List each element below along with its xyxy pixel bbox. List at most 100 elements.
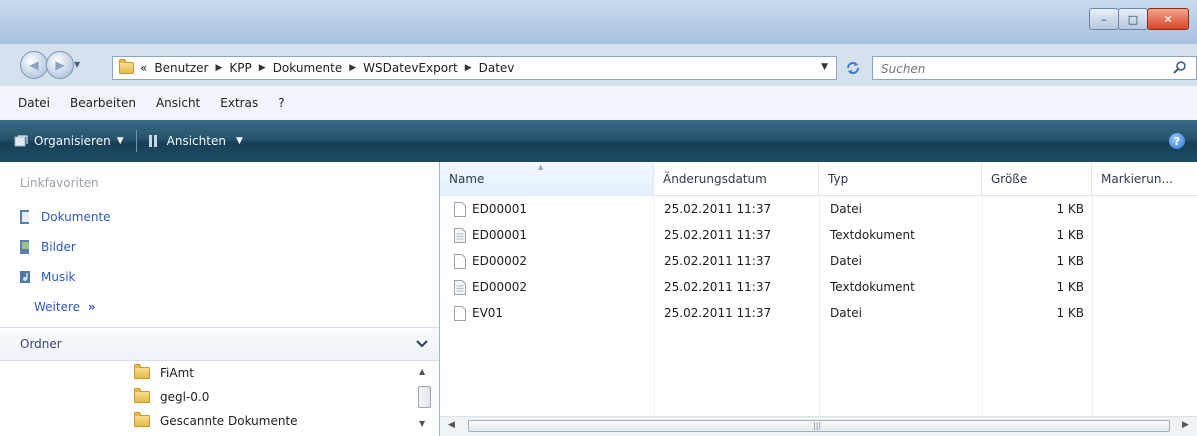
back-button[interactable]: ◀ (20, 51, 48, 79)
forward-arrow-icon: ▶ (55, 58, 65, 72)
breadcrumb-kpp[interactable]: KPP (229, 61, 251, 75)
double-chevron-icon: » (87, 300, 96, 314)
recent-pages-dropdown[interactable]: ▼ (74, 60, 80, 69)
favorite-bilder[interactable]: Bilder (20, 240, 76, 254)
scroll-left-icon[interactable]: ◀ (448, 420, 455, 430)
favorites-heading: Linkfavoriten (20, 176, 99, 190)
tree-item-gegl[interactable]: gegl-0.0 (134, 388, 210, 404)
breadcrumb-overflow[interactable]: « (140, 61, 147, 75)
file-icon (454, 253, 466, 269)
column-header-label: Name (449, 172, 485, 186)
search-input[interactable] (879, 60, 1163, 78)
navigation-pane: Linkfavoriten Dokumente Bilder Musik Wei… (0, 162, 440, 436)
menu-datei[interactable]: Datei (18, 96, 50, 110)
file-size: 1 KB (1056, 202, 1084, 216)
maximize-button[interactable]: □ (1118, 8, 1148, 30)
chevron-down-icon[interactable] (415, 336, 429, 350)
refresh-button[interactable] (840, 56, 866, 80)
search-icon[interactable] (1172, 60, 1188, 76)
breadcrumb-separator-icon[interactable]: ▶ (259, 63, 266, 73)
scroll-right-icon[interactable]: ▶ (1182, 420, 1189, 430)
explorer-window: – □ ✕ ◀ ▶ ▼ « Benutzer ▶ KPP ▶ Dokumente… (0, 0, 1197, 436)
column-header-label: Größe (991, 172, 1028, 186)
breadcrumb-datev[interactable]: Datev (479, 61, 515, 75)
column-header-type[interactable]: Typ (819, 162, 982, 196)
forward-button[interactable]: ▶ (46, 51, 74, 79)
menu-ansicht[interactable]: Ansicht (156, 96, 200, 110)
file-name-cell: ED00001 (454, 196, 527, 222)
folder-icon (119, 59, 134, 74)
file-type: Textdokument (830, 280, 915, 294)
help-icon[interactable]: ? (1169, 133, 1185, 149)
favorite-label: Musik (41, 270, 76, 284)
column-header-name[interactable]: Name ▲ (440, 162, 654, 196)
refresh-icon (847, 62, 859, 74)
file-name-cell: ED00002 (454, 248, 527, 274)
file-row[interactable]: ED00002 25.02.2011 11:37 Datei 1 KB (440, 248, 1197, 274)
file-type: Textdokument (830, 228, 915, 242)
file-name: ED00002 (472, 254, 527, 268)
scroll-up-icon[interactable]: ▲ (419, 367, 425, 376)
tree-item-label: Gescannte Dokumente (160, 414, 298, 428)
search-box[interactable] (872, 56, 1197, 80)
scroll-down-icon[interactable]: ▼ (419, 419, 425, 428)
tree-item-gescannte-dokumente[interactable]: Gescannte Dokumente (134, 412, 298, 428)
file-name-cell: ED00002 (454, 274, 527, 300)
favorite-dokumente[interactable]: Dokumente (20, 210, 111, 224)
file-size: 1 KB (1056, 228, 1084, 242)
scroll-grip-icon: ||| (813, 421, 822, 430)
file-list: Name ▲ Änderungsdatum Typ Größe Markieru… (440, 162, 1197, 436)
pictures-icon (20, 240, 29, 254)
file-row[interactable]: ED00002 25.02.2011 11:37 Textdokument 1 … (440, 274, 1197, 300)
tree-item-label: gegl-0.0 (160, 390, 210, 404)
column-header-label: Änderungsdatum (663, 172, 767, 186)
scroll-thumb[interactable] (418, 386, 431, 408)
breadcrumb-dokumente[interactable]: Dokumente (273, 61, 343, 75)
menu-extras[interactable]: Extras (220, 96, 258, 110)
breadcrumb-wsdatevexport[interactable]: WSDatevExport (363, 61, 458, 75)
file-type: Datei (830, 202, 863, 216)
file-row[interactable]: EV01 25.02.2011 11:37 Datei 1 KB (440, 300, 1197, 326)
address-bar[interactable]: « Benutzer ▶ KPP ▶ Dokumente ▶ WSDatevEx… (112, 56, 837, 80)
breadcrumb-separator-icon[interactable]: ▶ (465, 63, 472, 73)
folder-tree-scrollbar[interactable]: ▲ ▼ (410, 361, 436, 436)
menu-help[interactable]: ? (278, 96, 284, 110)
scroll-thumb[interactable]: ||| (468, 420, 1170, 432)
column-header-label: Typ (828, 172, 849, 186)
breadcrumb-separator-icon[interactable]: ▶ (349, 63, 356, 73)
more-favorites-link[interactable]: Weitere » (34, 300, 96, 314)
folders-header[interactable]: Ordner (0, 327, 439, 361)
column-header-tags[interactable]: Markierun... (1092, 162, 1197, 196)
address-dropdown-icon[interactable]: ▼ (821, 62, 828, 72)
close-button[interactable]: ✕ (1147, 8, 1189, 30)
minimize-button[interactable]: – (1089, 8, 1119, 30)
column-header-row: Name ▲ Änderungsdatum Typ Größe Markieru… (440, 162, 1197, 196)
title-bar[interactable]: – □ ✕ (0, 0, 1197, 44)
column-header-size[interactable]: Größe (982, 162, 1092, 196)
file-name: ED00001 (472, 228, 527, 242)
music-icon (20, 271, 30, 283)
menu-bearbeiten[interactable]: Bearbeiten (70, 96, 136, 110)
favorite-musik[interactable]: Musik (20, 270, 76, 284)
text-document-icon (454, 227, 466, 243)
breadcrumb-separator-icon[interactable]: ▶ (216, 63, 223, 73)
file-date: 25.02.2011 11:37 (664, 306, 772, 320)
navigation-row: ◀ ▶ ▼ « Benutzer ▶ KPP ▶ Dokumente ▶ WSD… (0, 44, 1197, 86)
horizontal-scrollbar[interactable]: ◀ ||| ▶ (440, 416, 1197, 436)
file-size: 1 KB (1056, 306, 1084, 320)
file-type: Datei (830, 306, 863, 320)
file-row[interactable]: ED00001 25.02.2011 11:37 Textdokument 1 … (440, 222, 1197, 248)
column-header-date[interactable]: Änderungsdatum (654, 162, 819, 196)
tree-item-fiamt[interactable]: FiAmt (134, 364, 194, 380)
command-toolbar: Organisieren ▼ Ansichten ▼ ? (0, 120, 1197, 162)
file-name-cell: ED00001 (454, 222, 527, 248)
column-header-label: Markierun... (1101, 172, 1173, 186)
file-type: Datei (830, 254, 863, 268)
organize-button[interactable]: Organisieren ▼ (14, 134, 124, 148)
file-icon (454, 305, 466, 321)
views-button[interactable]: Ansichten ▼ (147, 134, 243, 148)
file-row[interactable]: ED00001 25.02.2011 11:37 Datei 1 KB (440, 196, 1197, 222)
file-name: ED00001 (472, 202, 527, 216)
breadcrumb-benutzer[interactable]: Benutzer (154, 61, 208, 75)
organize-icon (14, 135, 28, 147)
